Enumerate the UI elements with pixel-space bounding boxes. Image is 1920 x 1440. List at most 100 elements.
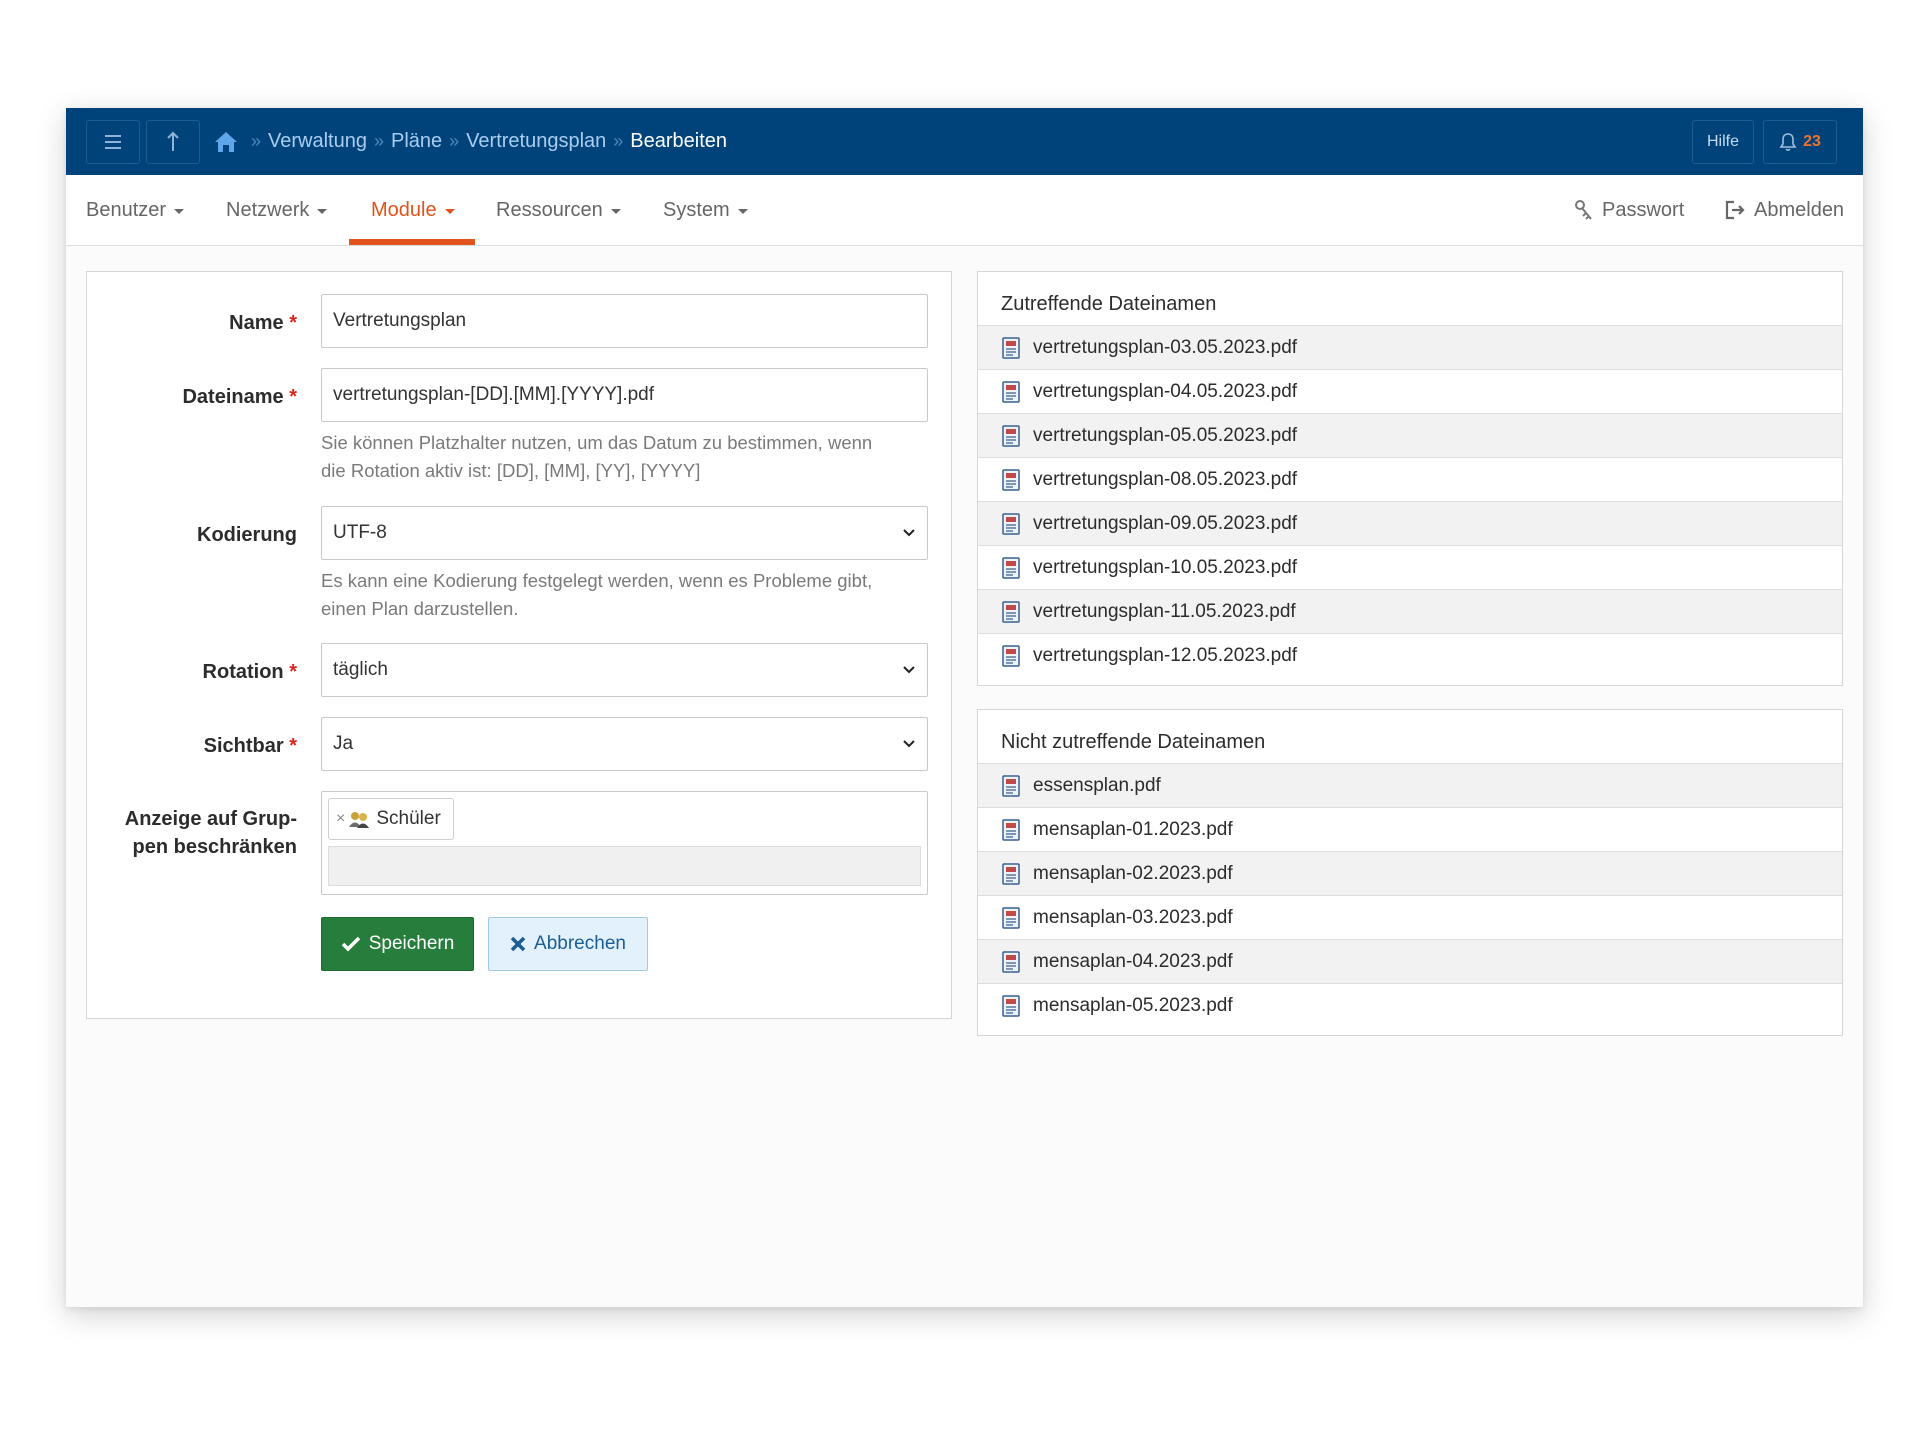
- close-icon: [510, 936, 526, 952]
- file-row: essensplan.pdf: [978, 763, 1842, 807]
- visible-value: Ja: [333, 733, 354, 754]
- nav-item-label: Netzwerk: [226, 198, 310, 221]
- group-tag: × Schüler: [328, 798, 454, 840]
- breadcrumb-item-plaene[interactable]: Pläne: [391, 130, 442, 153]
- nav-item-label: Module: [371, 198, 437, 221]
- caret-down-icon: [174, 208, 185, 214]
- file-name: mensaplan-01.2023.pdf: [1033, 818, 1233, 840]
- pdf-file-icon: [1002, 336, 1020, 359]
- cancel-label: Abbrechen: [534, 933, 626, 954]
- file-row: mensaplan-05.2023.pdf: [978, 983, 1842, 1027]
- notification-count: 23: [1803, 133, 1821, 150]
- pdf-file-icon: [1002, 774, 1020, 797]
- home-icon[interactable]: [212, 128, 240, 156]
- file-row: vertretungsplan-03.05.2023.pdf: [978, 325, 1842, 369]
- nav-item-ressourcen[interactable]: Ressourcen: [496, 175, 621, 245]
- breadcrumb-separator: »: [373, 131, 384, 151]
- file-name: vertretungsplan-12.05.2023.pdf: [1033, 644, 1298, 666]
- caret-down-icon: [737, 208, 748, 214]
- breadcrumb-item-verwaltung[interactable]: Verwaltung: [268, 130, 367, 153]
- file-row: vertretungsplan-08.05.2023.pdf: [978, 457, 1842, 501]
- arrow-up-icon: [167, 131, 179, 151]
- password-label: Passwort: [1602, 198, 1685, 221]
- breadcrumb-separator: »: [251, 131, 262, 151]
- logout-label: Abmelden: [1754, 198, 1845, 221]
- file-name: mensaplan-02.2023.pdf: [1033, 862, 1233, 884]
- filename-input[interactable]: [321, 368, 928, 422]
- caret-down-icon: [610, 208, 621, 214]
- breadcrumb-separator: »: [613, 131, 624, 151]
- groups-label: Anzeige auf Grup- pen beschränken: [124, 808, 297, 858]
- top-bar: » Verwaltung » Pläne » Vertretungsplan »…: [66, 108, 1863, 175]
- name-label: Name *: [229, 312, 297, 334]
- visible-label: Sichtbar *: [203, 735, 297, 757]
- key-icon: [1575, 200, 1592, 220]
- logout-link[interactable]: Abmelden: [1724, 175, 1844, 245]
- encoding-label: Kodierung: [197, 524, 297, 546]
- file-name: vertretungsplan-09.05.2023.pdf: [1033, 512, 1298, 534]
- file-name: vertretungsplan-04.05.2023.pdf: [1033, 380, 1298, 402]
- pdf-file-icon: [1002, 468, 1020, 491]
- rotation-select[interactable]: täglich: [321, 643, 928, 697]
- file-row: mensaplan-04.2023.pdf: [978, 939, 1842, 983]
- nav-item-label: System: [663, 198, 730, 221]
- menu-button[interactable]: [86, 120, 140, 164]
- pdf-file-icon: [1002, 644, 1020, 667]
- nonmatching-files-panel: Nicht zutreffende Dateinamen essensplan.…: [977, 709, 1843, 1036]
- chevron-down-icon: [903, 666, 915, 674]
- pdf-file-icon: [1002, 600, 1020, 623]
- file-row: mensaplan-02.2023.pdf: [978, 851, 1842, 895]
- pdf-file-icon: [1002, 424, 1020, 447]
- visible-select[interactable]: Ja: [321, 717, 928, 771]
- file-name: vertretungsplan-11.05.2023.pdf: [1033, 600, 1296, 622]
- groups-search-input[interactable]: [328, 846, 921, 886]
- nav-item-label: Benutzer: [86, 198, 167, 221]
- chevron-down-icon: [903, 740, 915, 748]
- filename-help: Sie können Platzhalter nutzen, um das Da…: [321, 432, 873, 481]
- group-icon: [349, 812, 370, 828]
- password-link[interactable]: Passwort: [1574, 175, 1684, 245]
- encoding-select[interactable]: UTF-8: [321, 506, 928, 560]
- breadcrumb-item-vertretungsplan[interactable]: Vertretungsplan: [466, 130, 606, 153]
- file-name: vertretungsplan-08.05.2023.pdf: [1033, 468, 1298, 490]
- nav-item-netzwerk[interactable]: Netzwerk: [226, 175, 328, 245]
- breadcrumb-separator: »: [449, 131, 460, 151]
- nav-item-system[interactable]: System: [663, 175, 748, 245]
- save-button[interactable]: Speichern: [321, 917, 474, 971]
- hamburger-icon: [105, 135, 121, 149]
- app-window: » Verwaltung » Pläne » Vertretungsplan »…: [66, 108, 1863, 1307]
- edit-form: Name * Dateiname * Sie können Platzhalte…: [86, 271, 952, 1019]
- cancel-button[interactable]: Abbrechen: [488, 917, 648, 971]
- file-row: vertretungsplan-10.05.2023.pdf: [978, 545, 1842, 589]
- caret-down-icon: [317, 208, 328, 214]
- up-button[interactable]: [146, 120, 200, 164]
- save-label: Speichern: [368, 933, 455, 954]
- nav-item-module[interactable]: Module: [371, 175, 455, 245]
- pdf-file-icon: [1002, 862, 1020, 885]
- nonmatching-files-title: Nicht zutreffende Dateinamen: [1001, 731, 1266, 753]
- logout-icon: [1725, 200, 1745, 220]
- file-name: vertretungsplan-10.05.2023.pdf: [1033, 556, 1298, 578]
- help-button[interactable]: Hilfe: [1692, 120, 1754, 164]
- pdf-file-icon: [1002, 994, 1020, 1017]
- remove-tag-icon[interactable]: ×: [336, 810, 345, 828]
- file-row: mensaplan-03.2023.pdf: [978, 895, 1842, 939]
- groups-multiselect[interactable]: × Schüler: [321, 791, 928, 895]
- file-name: mensaplan-03.2023.pdf: [1033, 906, 1233, 928]
- nav-item-benutzer[interactable]: Benutzer: [86, 175, 185, 245]
- group-tag-label: Schüler: [376, 808, 441, 829]
- name-input[interactable]: [321, 294, 928, 348]
- encoding-value: UTF-8: [333, 522, 387, 543]
- notifications-button[interactable]: 23: [1763, 120, 1837, 164]
- nav-item-label: Ressourcen: [496, 198, 603, 221]
- file-row: mensaplan-01.2023.pdf: [978, 807, 1842, 851]
- file-row: vertretungsplan-04.05.2023.pdf: [978, 369, 1842, 413]
- file-name: mensaplan-04.2023.pdf: [1033, 950, 1233, 972]
- file-name: mensaplan-05.2023.pdf: [1033, 994, 1233, 1016]
- bell-icon: [1779, 133, 1797, 152]
- file-row: vertretungsplan-09.05.2023.pdf: [978, 501, 1842, 545]
- main-nav: Benutzer Netzwerk Module Ressourcen Syst…: [66, 175, 1863, 246]
- check-icon: [341, 936, 360, 952]
- file-name: vertretungsplan-03.05.2023.pdf: [1033, 336, 1298, 358]
- rotation-value: täglich: [333, 659, 388, 680]
